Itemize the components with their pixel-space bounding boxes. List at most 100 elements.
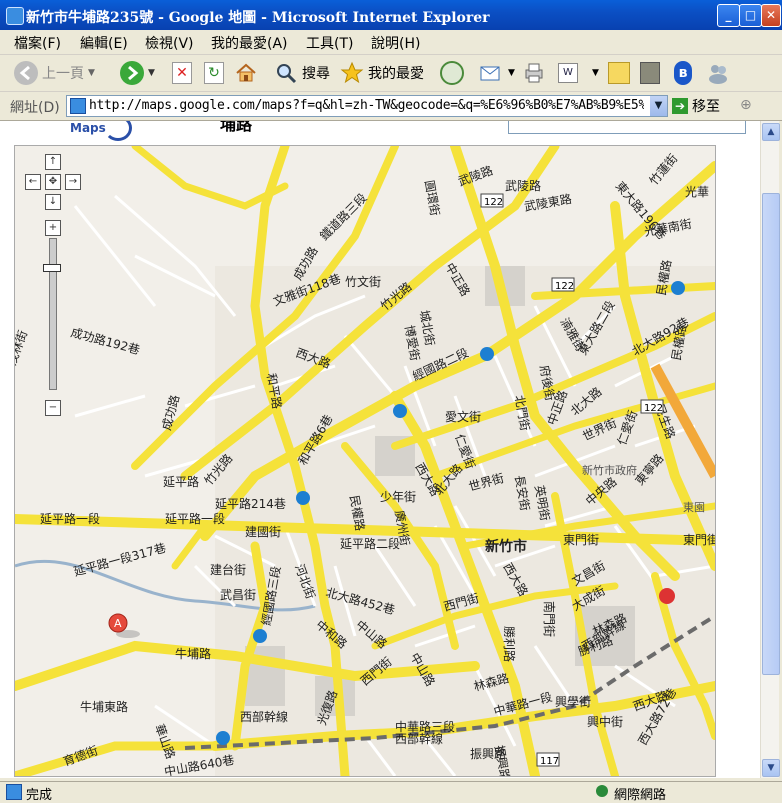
stop-button[interactable]: ✕ <box>172 59 192 87</box>
route-number: 117 <box>540 756 559 767</box>
menu-favorites[interactable]: 我的最愛(A) <box>211 33 288 53</box>
highway-1-icon <box>216 731 230 745</box>
title-bar: 新竹市牛埔路235號 - Google 地圖 - Microsoft Inter… <box>0 0 782 30</box>
search-box-fragment[interactable] <box>508 121 746 134</box>
menu-view[interactable]: 檢視(V) <box>145 33 194 53</box>
refresh-button[interactable]: ↻ <box>204 59 224 87</box>
go-label: 移至 <box>692 99 720 115</box>
back-button[interactable]: 上一頁 ▼ <box>14 59 95 87</box>
bluetooth-button[interactable]: ʙ <box>674 59 692 87</box>
road-label: 延平路一段 <box>40 511 100 526</box>
road-label: 延平路214巷 <box>215 496 286 511</box>
road-label: 延平路一段 <box>165 511 225 526</box>
word-icon: W <box>558 63 578 83</box>
bluetooth-icon: ʙ <box>674 61 692 85</box>
zoom-slider-track[interactable] <box>49 238 57 390</box>
research-button[interactable] <box>640 59 660 87</box>
menu-help[interactable]: 說明(H) <box>371 33 420 53</box>
pan-right-icon[interactable]: → <box>65 174 81 190</box>
status-text: 完成 <box>26 788 53 803</box>
road-label: 少年街 <box>380 490 416 504</box>
road-label: 牛埔東路 <box>80 699 128 714</box>
pan-up-icon[interactable]: ↑ <box>45 154 61 170</box>
pan-center-icon[interactable]: ✥ <box>45 174 61 190</box>
history-button[interactable] <box>440 59 464 87</box>
edit-button[interactable]: W ▼ <box>558 59 599 87</box>
menu-tools[interactable]: 工具(T) <box>306 33 353 53</box>
status-bar: 完成 網際網路 <box>0 781 782 803</box>
minimize-button[interactable]: _ <box>717 4 740 27</box>
go-arrow-icon: ➔ <box>672 98 688 114</box>
favorites-button[interactable]: 我的最愛 <box>340 59 424 87</box>
route-number: 122 <box>484 197 503 208</box>
back-arrow-icon <box>14 61 38 85</box>
scroll-thumb[interactable] <box>762 193 780 675</box>
zoom-out-icon[interactable]: − <box>45 400 61 416</box>
note-icon <box>608 62 630 84</box>
go-button[interactable]: ➔ 移至 <box>672 96 720 116</box>
road-label: 興中街 <box>587 714 623 729</box>
zoom-in-icon[interactable]: + <box>45 220 61 236</box>
printer-icon <box>525 63 543 83</box>
highway-1-icon <box>671 281 685 295</box>
menu-file[interactable]: 檔案(F) <box>14 33 61 53</box>
road-label: 光華 <box>685 185 709 199</box>
back-label: 上一頁 <box>42 66 84 82</box>
city-label: 新竹市 <box>485 538 527 555</box>
highway-1-icon <box>393 404 407 418</box>
menu-edit[interactable]: 編輯(E) <box>80 33 128 53</box>
forward-arrow-icon <box>120 61 144 85</box>
highway-1-icon <box>480 347 494 361</box>
map-canvas[interactable]: 延平路一段 延平路一段 延平路二段 延平路 延平路214巷 延平路一段317巷 … <box>15 146 715 776</box>
address-label: 網址(D) <box>10 100 60 116</box>
road-label: 勝利路 <box>502 626 517 662</box>
print-button[interactable] <box>522 59 546 87</box>
pan-down-icon[interactable]: ↓ <box>45 194 61 210</box>
page-done-icon <box>6 784 22 800</box>
road-label: 延平路 <box>163 474 199 489</box>
road-label: 愛文街 <box>445 409 481 424</box>
pan-left-icon[interactable]: ← <box>25 174 41 190</box>
ie-icon <box>6 7 24 25</box>
home-icon <box>236 63 256 82</box>
forward-button[interactable]: ▼ <box>120 59 155 87</box>
highway-1-icon <box>253 629 267 643</box>
road-label: 武昌街 <box>220 588 256 602</box>
maps-logo[interactable]: Maps <box>70 121 106 135</box>
road-label: 牛埔路 <box>175 646 211 661</box>
address-input[interactable]: http://maps.google.com/maps?f=q&hl=zh-TW… <box>66 95 668 117</box>
book-icon <box>640 62 660 84</box>
road-label: 武陵路 <box>505 178 541 193</box>
history-icon <box>440 61 464 85</box>
road-label: 建台街 <box>210 562 246 577</box>
map-view[interactable]: 延平路一段 延平路一段 延平路二段 延平路 延平路214巷 延平路一段317巷 … <box>14 145 716 777</box>
marker-label: A <box>114 617 122 630</box>
address-url: http://maps.google.com/maps?f=q&hl=zh-TW… <box>89 98 644 113</box>
vertical-scrollbar[interactable]: ▲ ▼ <box>760 121 780 778</box>
star-icon <box>340 61 364 84</box>
discuss-button[interactable] <box>608 59 630 87</box>
route-number: 122 <box>644 403 663 414</box>
road-label: 西部幹線 <box>240 709 288 724</box>
train-station-icon <box>659 588 675 604</box>
internet-zone-icon <box>596 785 608 797</box>
place-label: 東園 <box>683 501 705 514</box>
road-label: 東門街 <box>683 533 715 547</box>
road-label: 延平路二段 <box>340 536 400 551</box>
address-dropdown-icon[interactable]: ▼ <box>650 96 667 116</box>
scroll-down-icon[interactable]: ▼ <box>762 759 780 777</box>
home-button[interactable] <box>234 59 258 87</box>
links-icon[interactable]: ⊕ <box>740 97 752 113</box>
scroll-up-icon[interactable]: ▲ <box>762 123 780 141</box>
address-bar: 網址(D) http://maps.google.com/maps?f=q&hl… <box>0 92 782 121</box>
highway-1-icon <box>296 491 310 505</box>
maximize-button[interactable]: □ <box>739 4 762 27</box>
search-button[interactable]: 搜尋 <box>274 59 330 87</box>
close-button[interactable]: ✕ <box>761 4 781 27</box>
zoom-slider-thumb[interactable] <box>43 264 61 272</box>
mail-button[interactable]: ▼ <box>478 59 515 87</box>
menu-bar: 檔案(F) 編輯(E) 檢視(V) 我的最愛(A) 工具(T) 說明(H) <box>0 30 782 77</box>
route-number: 122 <box>555 281 574 292</box>
messenger-button[interactable] <box>706 59 730 87</box>
page-content: Maps 埔路 延平路一段 延平路一段 延平路二段 延平路 延平路214巷 延平… <box>0 121 760 778</box>
